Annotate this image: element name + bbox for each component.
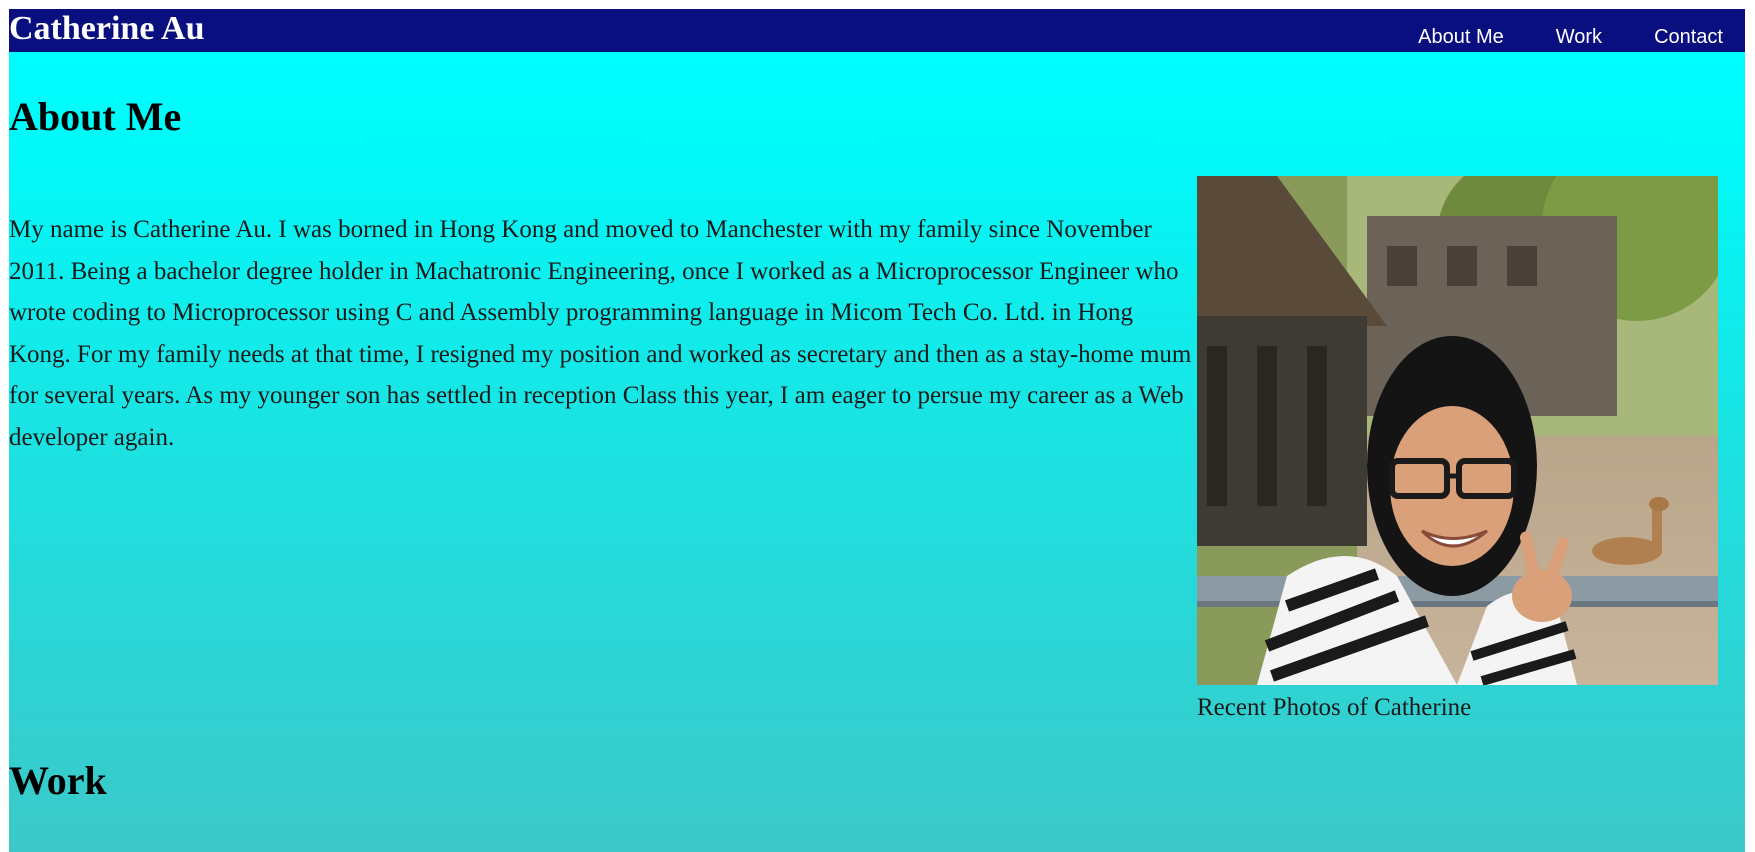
photo-figure: Recent Photos of Catherine [1197, 176, 1718, 723]
photo-caption: Recent Photos of Catherine [1197, 694, 1472, 721]
about-heading: About Me [9, 94, 182, 139]
nav-link-work[interactable]: Work [1526, 9, 1624, 52]
site-brand[interactable]: Catherine Au [9, 11, 205, 47]
work-heading: Work [9, 758, 107, 803]
page: Catherine Au About Me Work Contact About… [9, 9, 1745, 852]
nav-menu: About Me Work Contact [1418, 9, 1745, 52]
profile-photo [1197, 176, 1718, 685]
nav-link-about-me[interactable]: About Me [1418, 9, 1526, 52]
about-paragraph: My name is Catherine Au. I was borned in… [9, 216, 1192, 451]
navbar: Catherine Au About Me Work Contact [9, 9, 1745, 52]
nav-link-contact[interactable]: Contact [1624, 9, 1745, 52]
